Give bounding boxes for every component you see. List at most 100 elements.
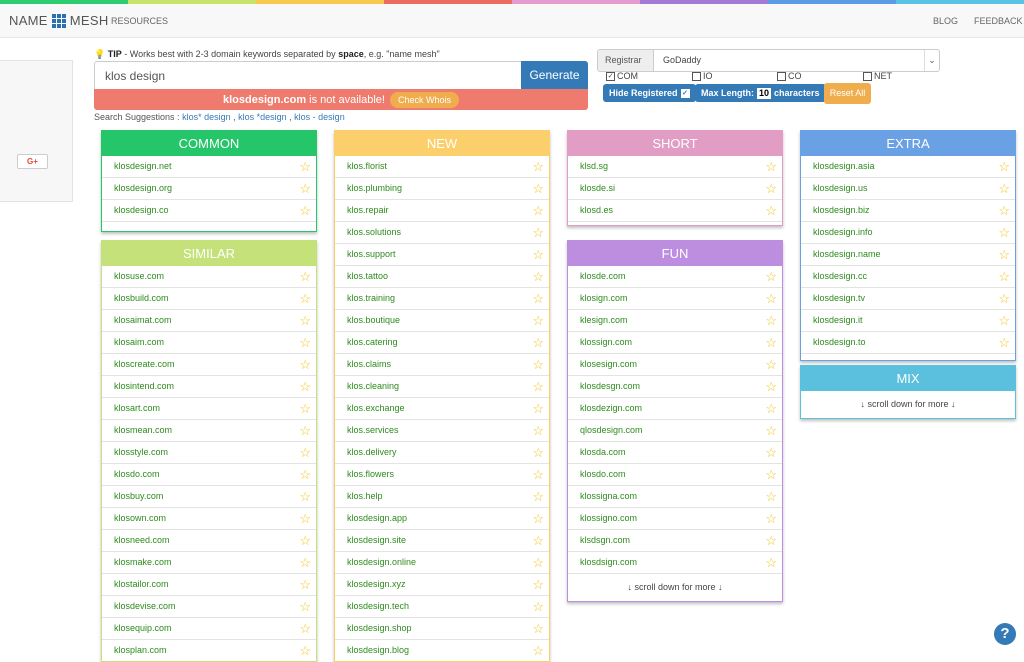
domain-row[interactable]: klos.help ☆ — [335, 486, 549, 508]
star-icon[interactable]: ☆ — [765, 398, 777, 419]
star-icon[interactable]: ☆ — [765, 288, 777, 309]
domain-name[interactable]: klosneed.com — [114, 535, 170, 545]
domain-row[interactable]: klosaimat.com ☆ — [102, 310, 316, 332]
domain-row[interactable]: klos.flowers ☆ — [335, 464, 549, 486]
domain-row[interactable]: klosown.com ☆ — [102, 508, 316, 530]
domain-row[interactable]: klosdesgn.com ☆ — [568, 376, 782, 398]
domain-name[interactable]: klos.training — [347, 293, 395, 303]
domain-name[interactable]: klos.claims — [347, 359, 391, 369]
star-icon[interactable]: ☆ — [765, 464, 777, 485]
checkbox-icon[interactable] — [692, 71, 701, 81]
star-icon[interactable]: ☆ — [765, 508, 777, 529]
domain-row[interactable]: klos.boutique ☆ — [335, 310, 549, 332]
suggestion-link[interactable]: klos *design — [238, 112, 287, 122]
domain-row[interactable]: klosdesign.tech ☆ — [335, 596, 549, 618]
domain-name[interactable]: klossign.com — [580, 337, 632, 347]
domain-row[interactable]: klosdesign.it ☆ — [801, 310, 1015, 332]
domain-row[interactable]: klsdsgn.com ☆ — [568, 530, 782, 552]
star-icon[interactable]: ☆ — [765, 310, 777, 331]
domain-name[interactable]: klosdesign.to — [813, 337, 866, 347]
domain-name[interactable]: klsd.sg — [580, 161, 608, 171]
star-icon[interactable]: ☆ — [299, 354, 311, 375]
star-icon[interactable]: ☆ — [998, 244, 1010, 265]
domain-name[interactable]: klos.repair — [347, 205, 389, 215]
domain-row[interactable]: klostailor.com ☆ — [102, 574, 316, 596]
star-icon[interactable]: ☆ — [998, 178, 1010, 199]
domain-row[interactable]: klosde.si ☆ — [568, 178, 782, 200]
star-icon[interactable]: ☆ — [532, 574, 544, 595]
domain-row[interactable]: klosuse.com ☆ — [102, 266, 316, 288]
star-icon[interactable]: ☆ — [765, 420, 777, 441]
nav-resources-link[interactable]: RESOURCES — [111, 16, 168, 26]
tld-checkbox-net[interactable]: NET — [863, 71, 892, 81]
star-icon[interactable]: ☆ — [532, 530, 544, 551]
domain-row[interactable]: klos.support ☆ — [335, 244, 549, 266]
domain-row[interactable]: klos.exchange ☆ — [335, 398, 549, 420]
star-icon[interactable]: ☆ — [532, 398, 544, 419]
domain-row[interactable]: klosart.com ☆ — [102, 398, 316, 420]
domain-row[interactable]: klos.catering ☆ — [335, 332, 549, 354]
domain-row[interactable]: klosbuild.com ☆ — [102, 288, 316, 310]
star-icon[interactable]: ☆ — [299, 310, 311, 331]
domain-name[interactable]: klosequip.com — [114, 623, 172, 633]
star-icon[interactable]: ☆ — [765, 266, 777, 287]
domain-name[interactable]: qlosdesign.com — [580, 425, 643, 435]
domain-name[interactable]: klosde.com — [580, 271, 626, 281]
star-icon[interactable]: ☆ — [765, 332, 777, 353]
domain-row[interactable]: klos.cleaning ☆ — [335, 376, 549, 398]
star-icon[interactable]: ☆ — [299, 618, 311, 639]
domain-name[interactable]: klosign.com — [580, 293, 628, 303]
generate-button[interactable]: Generate — [521, 61, 588, 89]
domain-name[interactable]: klosdesign.cc — [813, 271, 867, 281]
domain-row[interactable]: klos.delivery ☆ — [335, 442, 549, 464]
domain-name[interactable]: klosdesign.asia — [813, 161, 875, 171]
star-icon[interactable]: ☆ — [532, 640, 544, 661]
domain-name[interactable]: klos.help — [347, 491, 383, 501]
nav-blog-link[interactable]: BLOG — [933, 16, 958, 26]
domain-row[interactable]: klosplan.com ☆ — [102, 640, 316, 661]
star-icon[interactable]: ☆ — [532, 222, 544, 243]
domain-row[interactable]: kloscreate.com ☆ — [102, 354, 316, 376]
checkbox-icon[interactable]: ✓ — [606, 71, 615, 81]
domain-row[interactable]: klos.solutions ☆ — [335, 222, 549, 244]
star-icon[interactable]: ☆ — [299, 574, 311, 595]
domain-name[interactable]: klosmean.com — [114, 425, 172, 435]
domain-name[interactable]: klosaim.com — [114, 337, 164, 347]
domain-name[interactable]: klos.plumbing — [347, 183, 402, 193]
reset-all-button[interactable]: Reset All — [824, 83, 871, 104]
star-icon[interactable]: ☆ — [532, 552, 544, 573]
domain-name[interactable]: klos.catering — [347, 337, 398, 347]
star-icon[interactable]: ☆ — [532, 178, 544, 199]
domain-row[interactable]: qlosdesign.com ☆ — [568, 420, 782, 442]
nav-feedback-link[interactable]: FEEDBACK — [974, 16, 1023, 26]
star-icon[interactable]: ☆ — [532, 244, 544, 265]
domain-row[interactable]: klosesign.com ☆ — [568, 354, 782, 376]
domain-row[interactable]: klosdezign.com ☆ — [568, 398, 782, 420]
star-icon[interactable]: ☆ — [299, 508, 311, 529]
domain-row[interactable]: klosaim.com ☆ — [102, 332, 316, 354]
domain-name[interactable]: klosdesign.app — [347, 513, 407, 523]
star-icon[interactable]: ☆ — [765, 552, 777, 573]
domain-name[interactable]: klosdesign.biz — [813, 205, 870, 215]
checkbox-icon[interactable] — [777, 71, 786, 81]
star-icon[interactable]: ☆ — [532, 618, 544, 639]
domain-name[interactable]: klosdezign.com — [580, 403, 642, 413]
domain-name[interactable]: klos.cleaning — [347, 381, 399, 391]
domain-name[interactable]: klos.support — [347, 249, 396, 259]
star-icon[interactable]: ☆ — [998, 156, 1010, 177]
star-icon[interactable]: ☆ — [532, 200, 544, 221]
domain-row[interactable]: klosdesign.xyz ☆ — [335, 574, 549, 596]
brand-logo[interactable]: NAME MESH — [9, 13, 109, 28]
domain-row[interactable]: klosdesign.app ☆ — [335, 508, 549, 530]
domain-name[interactable]: klostailor.com — [114, 579, 169, 589]
star-icon[interactable]: ☆ — [998, 310, 1010, 331]
domain-name[interactable]: klosuse.com — [114, 271, 164, 281]
star-icon[interactable]: ☆ — [299, 552, 311, 573]
domain-row[interactable]: klos.training ☆ — [335, 288, 549, 310]
domain-row[interactable]: klosdesign.blog ☆ — [335, 640, 549, 661]
star-icon[interactable]: ☆ — [532, 156, 544, 177]
domain-name[interactable]: klosdesgn.com — [580, 381, 640, 391]
domain-row[interactable]: klosbuy.com ☆ — [102, 486, 316, 508]
domain-name[interactable]: klos.flowers — [347, 469, 394, 479]
domain-name[interactable]: klosd.es — [580, 205, 613, 215]
